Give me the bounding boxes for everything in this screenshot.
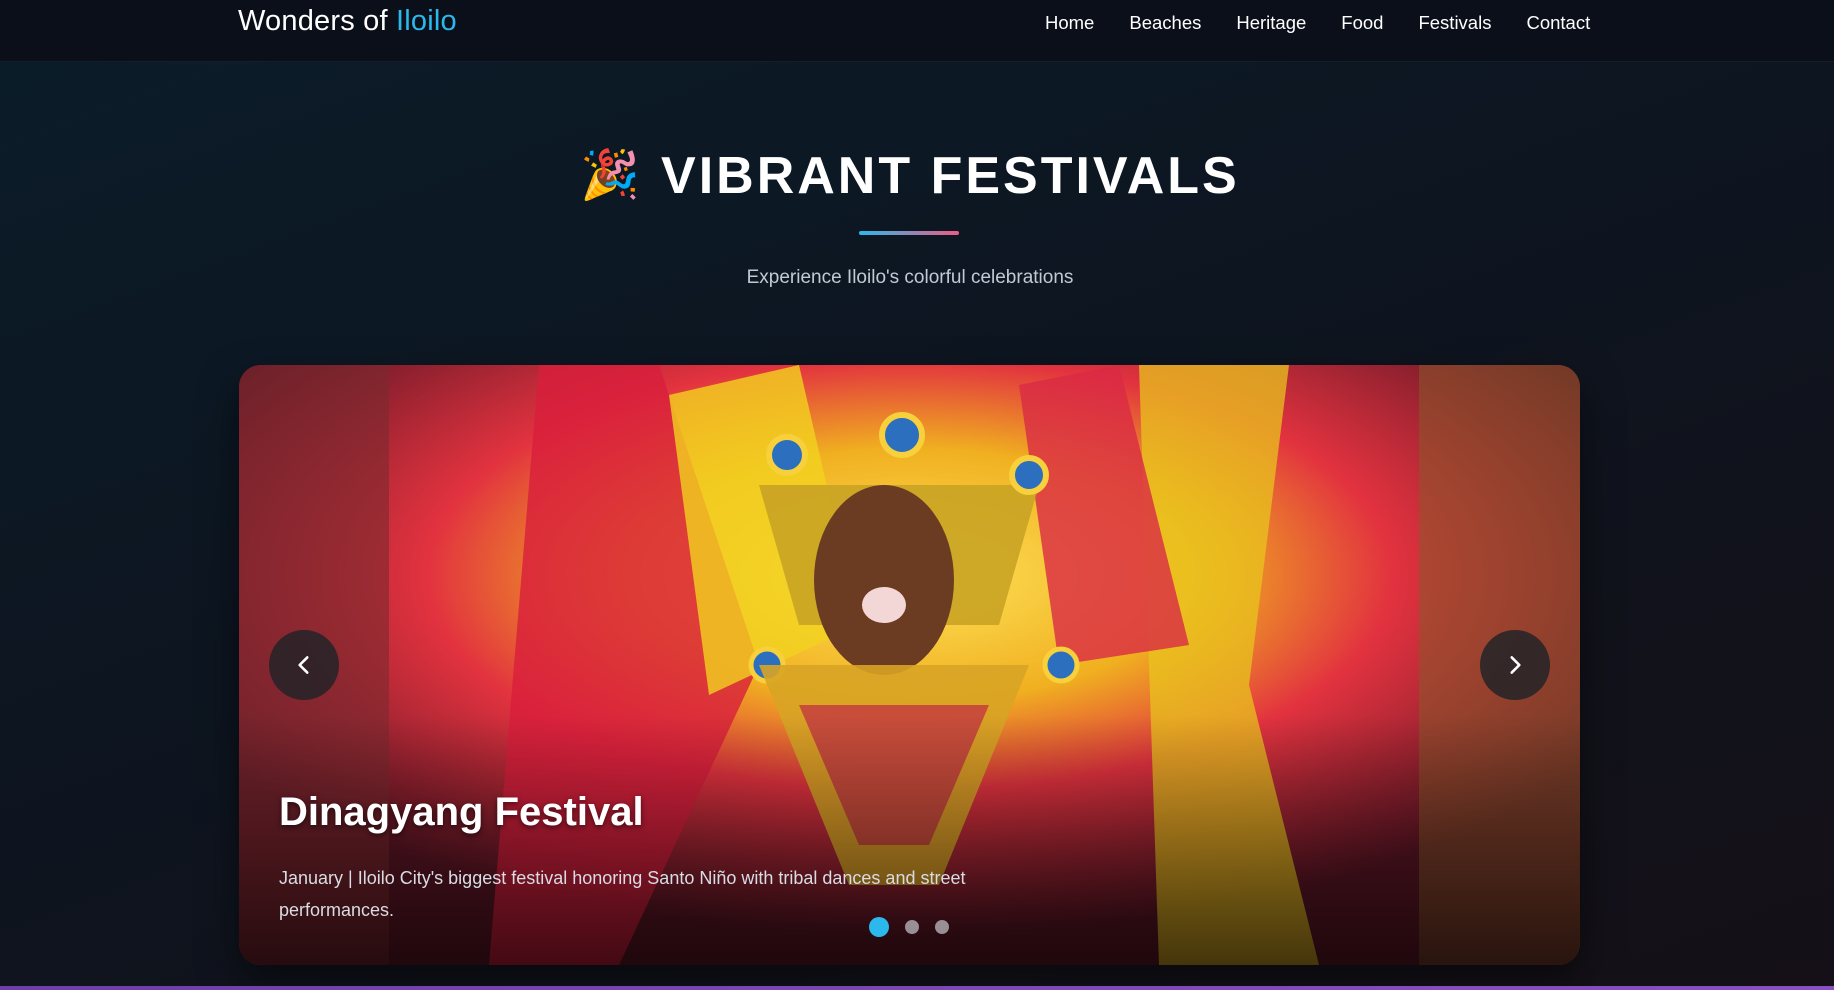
brand-prefix: Wonders of: [238, 5, 388, 37]
top-navbar: Wonders of Iloilo Home Beaches Heritage …: [0, 0, 1834, 62]
chevron-right-icon: [1510, 656, 1521, 674]
carousel-dot-2[interactable]: [905, 920, 919, 934]
slide-title: Dinagyang Festival: [279, 790, 644, 834]
nav-heritage-link[interactable]: Heritage: [1236, 11, 1306, 35]
party-popper-icon: 🎉: [580, 149, 644, 202]
carousel-indicators: [869, 917, 965, 937]
previous-slide-button[interactable]: [269, 630, 339, 700]
nav-contact-link[interactable]: Contact: [1526, 11, 1590, 35]
nav-home-link[interactable]: Home: [1045, 11, 1094, 35]
title-underline: [859, 231, 959, 235]
main-nav: Home Beaches Heritage Food Festivals Con…: [1045, 11, 1590, 35]
section-title-text: VIBRANT FESTIVALS: [661, 147, 1240, 205]
nav-beaches-link[interactable]: Beaches: [1129, 11, 1201, 35]
brand-accent: Iloilo: [396, 5, 457, 37]
section-title: 🎉 VIBRANT FESTIVALS: [0, 146, 1820, 206]
next-slide-button[interactable]: [1480, 630, 1550, 700]
nav-food-link[interactable]: Food: [1341, 11, 1383, 35]
chevron-left-icon: [298, 656, 309, 674]
carousel-dot-1[interactable]: [869, 917, 889, 937]
nav-festivals-link[interactable]: Festivals: [1418, 11, 1491, 35]
next-section-border: [0, 986, 1834, 990]
festival-carousel: Dinagyang Festival January | Iloilo City…: [239, 365, 1580, 965]
site-brand[interactable]: Wonders of Iloilo: [238, 5, 457, 38]
carousel-dot-3[interactable]: [935, 920, 949, 934]
section-subtitle: Experience Iloilo's colorful celebration…: [746, 267, 1074, 288]
